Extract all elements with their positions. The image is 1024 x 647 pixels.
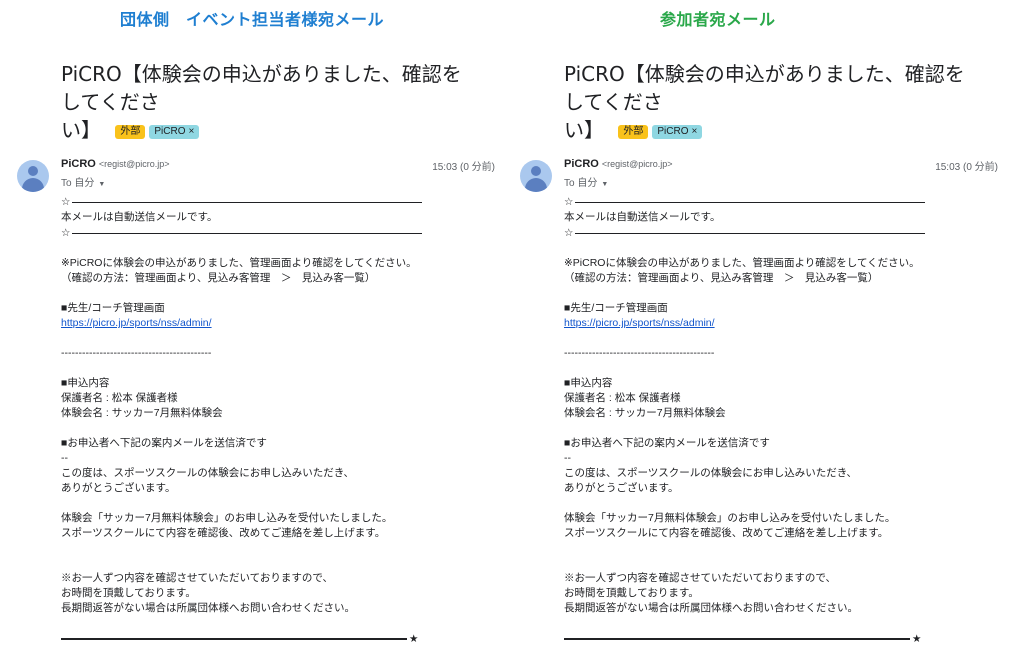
rule-bar: [61, 638, 407, 640]
line-double-dash: --: [61, 452, 68, 464]
line-thanks-1: この度は、スポーツスクールの体験会にお申し込みいただき、: [61, 467, 355, 479]
recipient-toggle[interactable]: To 自分 ▼: [61, 174, 105, 189]
sender-email: <regist@picro.jp>: [601, 159, 673, 169]
line-method: （確認の方法：管理画面より、見込み客管理 ＞ 見込み客一覧）: [61, 272, 376, 284]
line-dashes: ----------------------------------------…: [61, 347, 212, 359]
label-picro[interactable]: PiCRO ×: [149, 125, 200, 139]
avatar[interactable]: [17, 160, 49, 192]
line-note-3: 長期間返答がない場合は所属団体様へお問い合わせください。: [61, 602, 355, 614]
line-accept-2: スポーツスクールにて内容を確認後、改めてご連絡を差し上げます。: [61, 527, 386, 539]
line-dashes: ----------------------------------------…: [564, 347, 715, 359]
caret-down-icon: ▼: [98, 181, 106, 188]
admin-url-link[interactable]: https://picro.jp/sports/nss/admin/: [61, 317, 212, 329]
star-icon: ☆: [564, 195, 574, 208]
line-accept-1: 体験会「サッカー7月無料体験会」のお申し込みを受付いたしました。: [61, 512, 393, 524]
end-rule: ★: [61, 631, 477, 647]
line-accept-2: スポーツスクールにて内容を確認後、改めてご連絡を差し上げます。: [564, 527, 889, 539]
label-external[interactable]: 外部: [115, 125, 146, 139]
star-rule: ☆: [61, 225, 477, 241]
avatar-body-icon: [525, 178, 547, 192]
email-subject: PiCRO【体験会の申込がありました、確認をしてくださ い】 外部 PiCRO ×: [564, 60, 980, 144]
label-picro-text: PiCRO: [154, 126, 186, 137]
label-picro[interactable]: PiCRO ×: [652, 125, 703, 139]
line-content-heading: ■申込内容: [564, 377, 613, 389]
label-remove-icon[interactable]: ×: [188, 126, 194, 137]
subject-line-2: い】: [61, 118, 101, 142]
sender-name-text: PiCRO: [564, 158, 599, 170]
subject-line-2: い】: [564, 118, 604, 142]
rule-bar: [72, 232, 423, 234]
line-double-dash: --: [564, 452, 571, 464]
sender-name-text: PiCRO: [61, 158, 96, 170]
email-body: ☆ 本メールは自動送信メールです。 ☆ ※PiCROに体験会の申込がありました、…: [61, 194, 477, 647]
line-guardian: 保護者名 : 松本 保護者様: [61, 392, 178, 404]
to-label: To 自分: [564, 178, 598, 189]
line-note-3: 長期間返答がない場合は所属団体様へお問い合わせください。: [564, 602, 858, 614]
avatar-head-icon: [28, 166, 38, 176]
right-panel-heading: 参加者宛メール: [660, 10, 776, 29]
line-accept-1: 体験会「サッカー7月無料体験会」のお申し込みを受付いたしました。: [564, 512, 896, 524]
star-icon: ☆: [564, 226, 574, 239]
line-note-2: お時間を頂戴しております。: [564, 587, 699, 599]
label-remove-icon[interactable]: ×: [691, 126, 697, 137]
star-rule: ☆: [564, 194, 980, 210]
avatar[interactable]: [520, 160, 552, 192]
line-guardian: 保護者名 : 松本 保護者様: [564, 392, 681, 404]
line-event: 体験会名 : サッカー7月無料体験会: [61, 407, 223, 419]
star-icon: ☆: [61, 226, 71, 239]
sender-row: PiCRO <regist@picro.jp> To 自分 ▼ 15:03 (0 分…: [17, 158, 495, 194]
star-icon: ☆: [61, 195, 71, 208]
line-note-1: ※お一人ずつ内容を確認させていただいておりますので、: [61, 572, 333, 584]
rule-bar: [564, 638, 910, 640]
timestamp: 15:03 (0 分前): [935, 162, 998, 173]
line-sent-heading: ■お申込者へ下記の案内メールを送信済です: [564, 437, 770, 449]
rule-bar: [575, 201, 926, 203]
timestamp: 15:03 (0 分前): [432, 162, 495, 173]
star-rule: ☆: [61, 194, 477, 210]
sender-name[interactable]: PiCRO <regist@picro.jp>: [564, 158, 673, 170]
line-auto: 本メールは自動送信メールです。: [564, 211, 721, 223]
line-admin-heading: ■先生/コーチ管理画面: [564, 302, 668, 314]
line-thanks-1: この度は、スポーツスクールの体験会にお申し込みいただき、: [564, 467, 858, 479]
email-body: ☆ 本メールは自動送信メールです。 ☆ ※PiCROに体験会の申込がありました、…: [564, 194, 980, 647]
subject-line-1: PiCRO【体験会の申込がありました、確認をしてくださ: [61, 62, 462, 114]
admin-url-link[interactable]: https://picro.jp/sports/nss/admin/: [564, 317, 715, 329]
avatar-head-icon: [531, 166, 541, 176]
left-panel-heading: 団体側 イベント担当者様宛メール: [120, 10, 385, 29]
avatar-body-icon: [22, 178, 44, 192]
email-panel-organizer: PiCRO【体験会の申込がありました、確認をしてくださ い】 外部 PiCRO × …: [17, 60, 495, 647]
email-subject: PiCRO【体験会の申込がありました、確認をしてくださ い】 外部 PiCRO ×: [61, 60, 477, 144]
label-external[interactable]: 外部: [618, 125, 649, 139]
line-notice: ※PiCROに体験会の申込がありました、管理画面より確認をしてください。: [61, 257, 417, 269]
line-auto: 本メールは自動送信メールです。: [61, 211, 218, 223]
email-panel-participant: PiCRO【体験会の申込がありました、確認をしてくださ い】 外部 PiCRO × …: [520, 60, 998, 647]
sender-name[interactable]: PiCRO <regist@picro.jp>: [61, 158, 170, 170]
line-note-2: お時間を頂戴しております。: [61, 587, 196, 599]
line-thanks-2: ありがとうございます。: [61, 482, 176, 494]
star-rule: ☆: [564, 225, 980, 241]
to-label: To 自分: [61, 178, 95, 189]
line-admin-heading: ■先生/コーチ管理画面: [61, 302, 165, 314]
recipient-toggle[interactable]: To 自分 ▼: [564, 174, 608, 189]
end-rule: ★: [564, 631, 980, 647]
rule-bar: [72, 201, 423, 203]
line-event: 体験会名 : サッカー7月無料体験会: [564, 407, 726, 419]
sender-email: <regist@picro.jp>: [98, 159, 170, 169]
subject-line-1: PiCRO【体験会の申込がありました、確認をしてくださ: [564, 62, 965, 114]
rule-bar: [575, 232, 926, 234]
caret-down-icon: ▼: [601, 181, 609, 188]
label-picro-text: PiCRO: [657, 126, 689, 137]
line-method: （確認の方法：管理画面より、見込み客管理 ＞ 見込み客一覧）: [564, 272, 879, 284]
line-sent-heading: ■お申込者へ下記の案内メールを送信済です: [61, 437, 267, 449]
sender-row: PiCRO <regist@picro.jp> To 自分 ▼ 15:03 (0 分…: [520, 158, 998, 194]
line-content-heading: ■申込内容: [61, 377, 110, 389]
line-thanks-2: ありがとうございます。: [564, 482, 679, 494]
line-notice: ※PiCROに体験会の申込がありました、管理画面より確認をしてください。: [564, 257, 920, 269]
line-note-1: ※お一人ずつ内容を確認させていただいておりますので、: [564, 572, 836, 584]
